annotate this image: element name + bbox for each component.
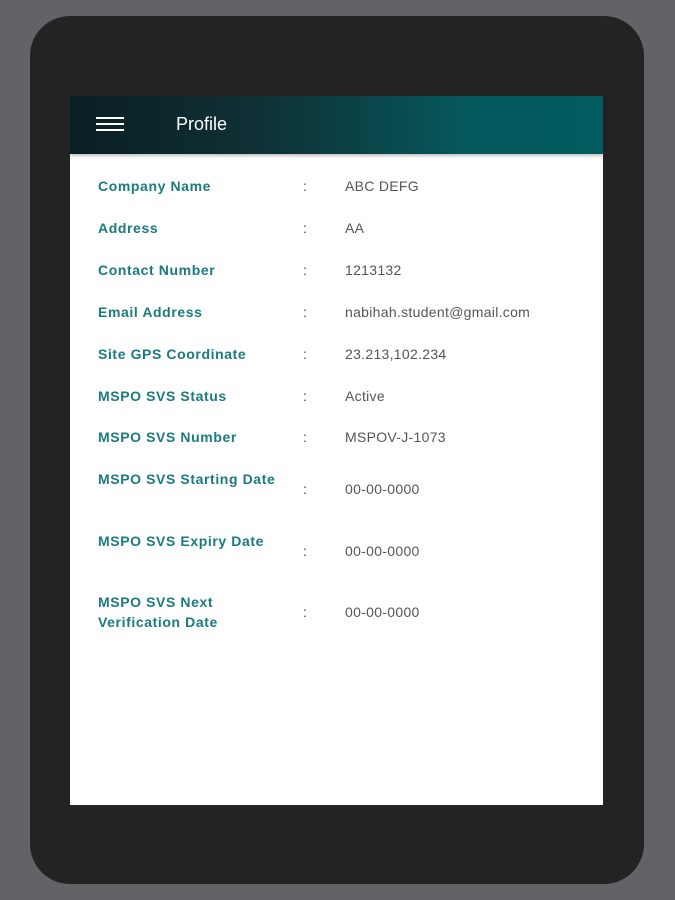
field-value: 1213132 <box>345 262 402 278</box>
field-separator: : <box>303 346 307 362</box>
field-label: Company Name <box>98 178 212 194</box>
field-label: MSPO SVS Status <box>98 388 227 404</box>
field-separator: : <box>303 429 307 445</box>
field-separator: : <box>303 388 307 404</box>
field-label: MSPO SVS Next Verification Date <box>98 594 218 630</box>
field-separator: : <box>303 304 307 320</box>
field-separator: : <box>303 178 307 194</box>
field-label: MSPO SVS Expiry Date <box>98 533 265 549</box>
field-value: 00-00-0000 <box>345 481 420 497</box>
field-value: Active <box>345 388 385 404</box>
field-label: Address <box>98 220 159 236</box>
field-label: Contact Number <box>98 262 216 278</box>
field-separator: : <box>303 481 307 497</box>
field-label: Site GPS Coordinate <box>98 346 247 362</box>
field-label: Email Address <box>98 304 203 320</box>
field-value: 00-00-0000 <box>345 604 420 620</box>
field-separator: : <box>303 604 307 620</box>
app-bar: Profile <box>70 96 603 154</box>
field-value: MSPOV-J-1073 <box>345 429 446 445</box>
field-label: MSPO SVS Starting Date <box>98 471 276 487</box>
hamburger-menu-icon[interactable] <box>96 117 124 133</box>
field-value: ABC DEFG <box>345 178 419 194</box>
field-separator: : <box>303 262 307 278</box>
app-screen: Profile Company Name : ABC DEFG Address … <box>70 96 603 805</box>
field-separator: : <box>303 543 307 559</box>
field-value: 23.213,102.234 <box>345 346 447 362</box>
field-value: nabihah.student@gmail.com <box>345 304 531 320</box>
page-title: Profile <box>176 114 228 134</box>
field-value: AA <box>345 220 365 236</box>
field-separator: : <box>303 220 307 236</box>
field-label: MSPO SVS Number <box>98 429 237 445</box>
field-value: 00-00-0000 <box>345 543 420 559</box>
